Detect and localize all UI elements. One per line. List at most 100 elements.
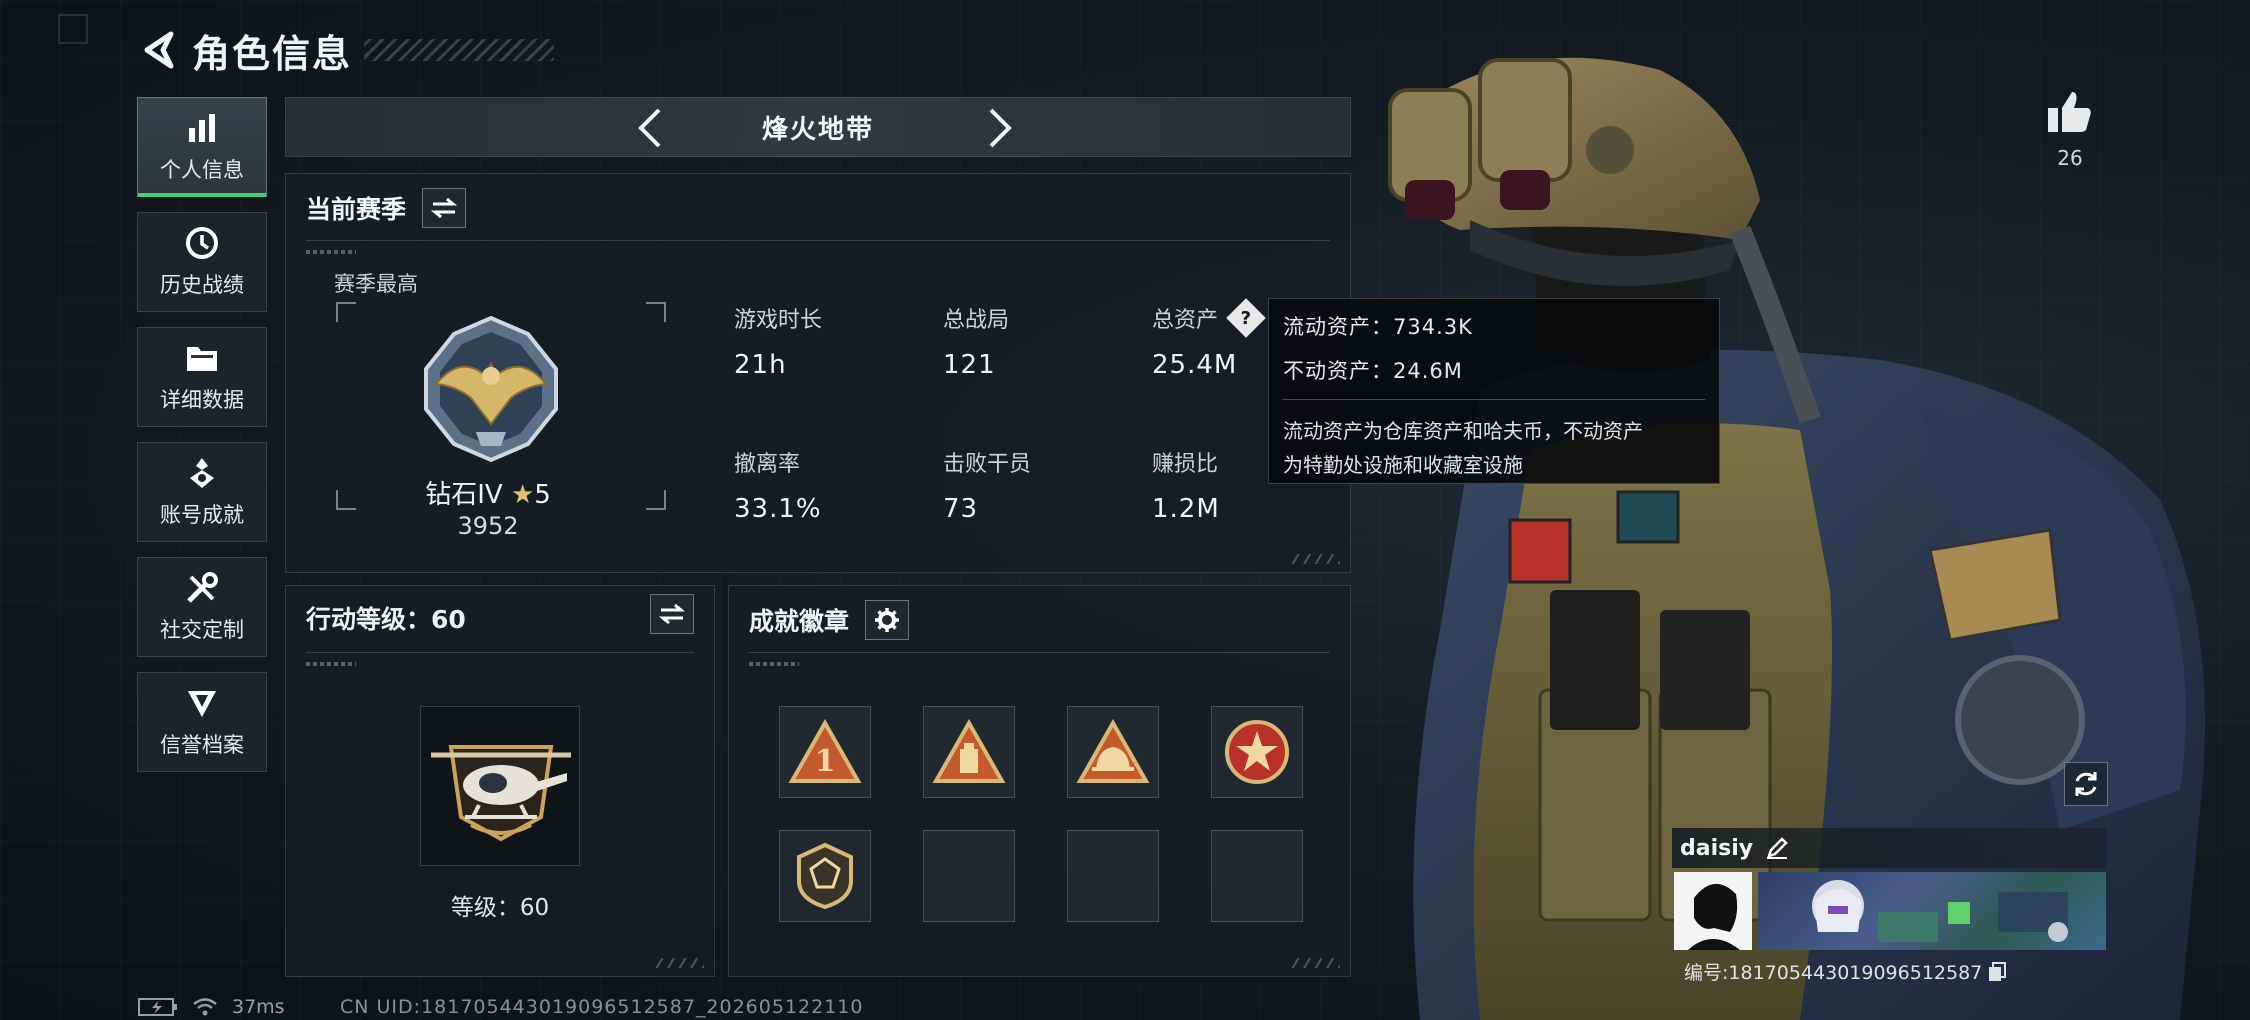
season-panel: 当前赛季 赛季最高 钻石IV ★5 3952 游戏时长 21h 总战局 121 … bbox=[285, 173, 1351, 573]
chevron-right-icon bbox=[989, 108, 1012, 148]
badges-panel: 成就徽章 1 bbox=[728, 585, 1351, 977]
mode-prev-button[interactable] bbox=[626, 104, 674, 152]
badge-slot-empty[interactable] bbox=[923, 830, 1015, 922]
sidebar-item-label: 账号成就 bbox=[160, 503, 244, 527]
badge-slot-empty[interactable] bbox=[1067, 830, 1159, 922]
corner-decoration bbox=[58, 14, 88, 44]
corner-decoration bbox=[1290, 958, 1340, 968]
stat-operators-defeated: 击败干员 73 bbox=[943, 446, 1031, 524]
level-text: 等级：60 bbox=[450, 895, 550, 921]
helicopter-level-emblem[interactable] bbox=[421, 707, 581, 867]
season-title: 当前赛季 bbox=[306, 195, 407, 224]
stat-value: 73 bbox=[943, 494, 979, 524]
swap-icon bbox=[431, 197, 458, 219]
header-divider bbox=[306, 652, 694, 653]
action-level-panel: 行动等级：60 等级：60 bbox=[285, 585, 715, 977]
stat-label: 总战局 bbox=[943, 308, 1010, 333]
mode-next-button[interactable] bbox=[976, 104, 1024, 152]
svg-text:1: 1 bbox=[815, 744, 836, 779]
banner-illustration bbox=[1812, 880, 2068, 942]
achievement-icon bbox=[184, 455, 220, 491]
badge-helmet[interactable] bbox=[1067, 706, 1159, 798]
profile-banner[interactable] bbox=[1758, 872, 2106, 950]
sidebar: 个人信息 历史战绩 详细数据 账号成就 社交定制 信誉档案 bbox=[137, 97, 267, 787]
player-name-bar: daisiy bbox=[1672, 828, 2106, 868]
folder-icon bbox=[184, 340, 220, 376]
frame-corner bbox=[336, 302, 356, 322]
action-level-switch-button[interactable] bbox=[650, 594, 694, 634]
player-id: 编号:18170544301909651258​7 bbox=[1684, 962, 1983, 984]
sidebar-item-achievements[interactable]: 账号成就 bbox=[137, 442, 267, 542]
triangle-number-one-icon: 1 bbox=[788, 719, 862, 783]
stat-value: 25.4M bbox=[1152, 350, 1238, 380]
battery-icon bbox=[138, 998, 177, 1016]
reputation-icon bbox=[184, 685, 220, 721]
stat-value: 21h bbox=[734, 350, 787, 380]
star-medal-icon bbox=[1225, 720, 1289, 784]
stat-label: 赚损比 bbox=[1152, 452, 1219, 477]
stat-total-matches: 总战局 121 bbox=[943, 302, 1009, 380]
tools-icon bbox=[184, 570, 220, 606]
ping-value: 37ms bbox=[232, 996, 285, 1018]
sidebar-item-history[interactable]: 历史战绩 bbox=[137, 212, 267, 312]
sidebar-item-reputation[interactable]: 信誉档案 bbox=[137, 672, 267, 772]
back-arrow-icon bbox=[144, 31, 174, 69]
uid-text: CN UID:18170544301909651258​7_2026051221… bbox=[340, 996, 864, 1018]
stat-value: 121 bbox=[943, 350, 996, 380]
bar-chart-icon bbox=[184, 110, 220, 146]
wifi-icon bbox=[193, 998, 217, 1016]
copy-icon[interactable] bbox=[1988, 961, 2007, 982]
rank-name-row: 钻石IV ★5 bbox=[286, 474, 690, 511]
sidebar-item-personal-info[interactable]: 个人信息 bbox=[137, 97, 267, 197]
header-divider bbox=[749, 652, 1330, 653]
avatar-image bbox=[1674, 872, 1752, 950]
season-switch-button[interactable] bbox=[422, 188, 467, 228]
triangle-helmet-icon bbox=[1076, 719, 1150, 783]
mode-selector: 烽火地带 bbox=[285, 97, 1351, 157]
avatar[interactable] bbox=[1674, 872, 1752, 950]
back-button[interactable] bbox=[138, 28, 182, 72]
level-emblem-frame bbox=[420, 706, 580, 866]
badges-settings-button[interactable] bbox=[865, 600, 910, 640]
badge-bottle[interactable] bbox=[923, 706, 1015, 798]
tooltip-liquid-assets: 流动资产：734.3K bbox=[1283, 315, 1473, 339]
sidebar-item-social-custom[interactable]: 社交定制 bbox=[137, 557, 267, 657]
player-id-row: 编号:18170544301909651258​7 bbox=[1684, 958, 2007, 985]
like-button[interactable]: 26 bbox=[2040, 90, 2100, 170]
stat-label: 击败干员 bbox=[943, 452, 1032, 477]
action-level-title: 行动等级：60 bbox=[306, 605, 466, 634]
star-icon: ★ bbox=[510, 480, 535, 510]
header-divider bbox=[306, 240, 1330, 241]
mode-title: 烽火地带 bbox=[761, 114, 874, 145]
badge-star-medal[interactable] bbox=[1211, 706, 1303, 798]
stat-label: 游戏时长 bbox=[734, 308, 823, 333]
sidebar-item-label: 个人信息 bbox=[160, 158, 244, 182]
player-card: daisiy 编号:18170544301909651258​7 bbox=[1672, 828, 2106, 988]
history-icon bbox=[184, 225, 220, 261]
sidebar-item-detailed-data[interactable]: 详细数据 bbox=[137, 327, 267, 427]
status-bar: 37ms bbox=[138, 996, 285, 1018]
season-best-label: 赛季最高 bbox=[334, 272, 418, 296]
refresh-icon bbox=[2075, 772, 2097, 796]
page-header: 角色信息 bbox=[138, 20, 555, 80]
stat-value: 1.2M bbox=[1152, 494, 1220, 524]
badge-shield[interactable] bbox=[779, 830, 871, 922]
badge-first-place[interactable]: 1 bbox=[779, 706, 871, 798]
diamond-rank-emblem[interactable] bbox=[416, 314, 566, 464]
tooltip-divider bbox=[1283, 399, 1705, 400]
rank-name: 钻石IV bbox=[425, 480, 503, 510]
sidebar-item-label: 社交定制 bbox=[160, 618, 244, 642]
badge-slot-empty[interactable] bbox=[1211, 830, 1303, 922]
rank-score: 3952 bbox=[457, 512, 519, 540]
stat-profit-loss: 赚损比 1.2M bbox=[1152, 446, 1220, 524]
badges-title: 成就徽章 bbox=[749, 607, 850, 636]
refresh-button[interactable] bbox=[2064, 762, 2108, 806]
player-name: daisiy bbox=[1680, 835, 1754, 861]
season-panel-header: 当前赛季 bbox=[306, 188, 467, 228]
corner-decoration bbox=[654, 958, 704, 968]
stat-value: 33.1% bbox=[734, 494, 822, 524]
edit-pencil-icon[interactable] bbox=[1765, 836, 1789, 860]
stat-extraction-rate: 撤离率 33.1% bbox=[734, 446, 822, 524]
tooltip-fixed-assets: 不动资产：24.6M bbox=[1283, 359, 1463, 383]
divider-dashes bbox=[306, 662, 356, 666]
